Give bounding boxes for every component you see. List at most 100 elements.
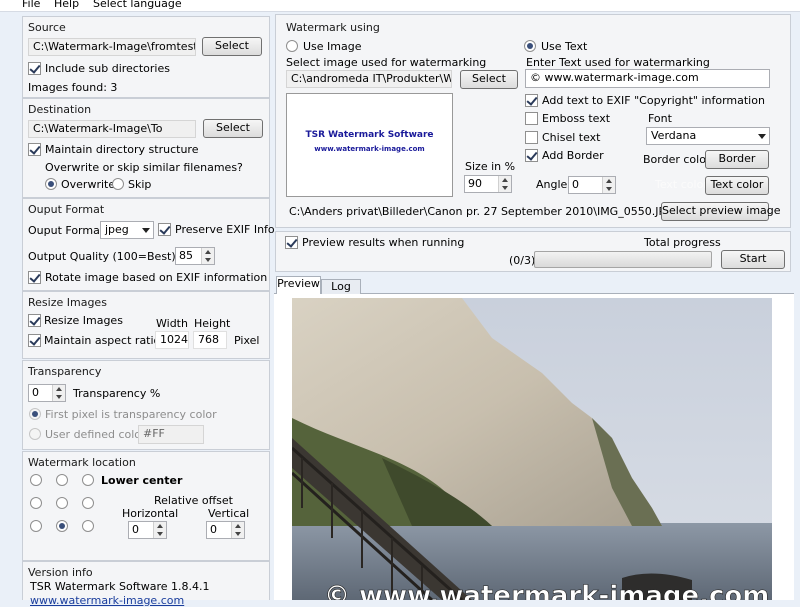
preview-when-running-label: Preview results when running	[302, 236, 465, 249]
menu-bar: File Help Select language	[0, 0, 800, 12]
spinner-arrows-icon[interactable]	[231, 522, 244, 538]
preview-url-text: www.watermark-image.com	[314, 145, 425, 153]
total-progress-label: Total progress	[644, 236, 721, 249]
location-bottom-center-radio[interactable]	[56, 520, 68, 532]
add-exif-checkbox[interactable]	[525, 94, 538, 107]
maintain-dir-label: Maintain directory structure	[45, 143, 199, 156]
chisel-label: Chisel text	[542, 131, 601, 144]
height-field[interactable]: 768	[193, 331, 227, 349]
vertical-offset-spinner[interactable]: 0	[206, 521, 245, 539]
images-found-label: Images found: 3	[28, 81, 118, 94]
rotate-label: Rotate image based on EXIF information	[45, 271, 268, 284]
tab-preview[interactable]: Preview	[276, 276, 321, 294]
horizontal-label: Horizontal	[122, 507, 179, 520]
location-bottom-right-radio[interactable]	[82, 520, 94, 532]
output-format-select[interactable]: jpeg	[100, 221, 154, 239]
include-sub-checkbox[interactable]	[28, 62, 41, 75]
preserve-exif-label: Preserve EXIF Info	[175, 223, 275, 236]
destination-select-button[interactable]: Select	[203, 119, 263, 138]
location-middle-right-radio[interactable]	[82, 497, 94, 509]
menu-help[interactable]: Help	[54, 0, 79, 10]
preview-when-running-checkbox[interactable]	[285, 236, 298, 249]
horizontal-offset-spinner[interactable]: 0	[128, 521, 167, 539]
progress-count: (0/3)	[509, 254, 536, 267]
spinner-arrows-icon[interactable]	[201, 248, 214, 264]
location-top-left-radio[interactable]	[30, 474, 42, 486]
transparency-color-field[interactable]: #FF	[138, 425, 204, 444]
destination-title: Destination	[28, 103, 92, 116]
quality-value: 85	[179, 249, 193, 262]
source-path-field[interactable]: C:\Watermark-Image\fromtest	[28, 38, 196, 56]
transparency-value: 0	[32, 386, 39, 399]
source-select-button[interactable]: Select	[202, 37, 262, 56]
maintain-dir-checkbox[interactable]	[28, 143, 41, 156]
tab-log[interactable]: Log	[321, 279, 361, 294]
watermark-image-select-button[interactable]: Select	[460, 70, 518, 89]
transparency-title: Transparency	[28, 365, 102, 378]
aspect-ratio-checkbox[interactable]	[28, 334, 41, 347]
include-sub-label: Include sub directories	[45, 62, 170, 75]
use-text-radio[interactable]	[524, 40, 536, 52]
menu-file[interactable]: File	[22, 0, 40, 10]
resize-checkbox[interactable]	[28, 314, 41, 327]
resize-label: Resize Images	[44, 314, 123, 327]
watermark-text-field[interactable]: © www.watermark-image.com	[525, 69, 770, 88]
location-bottom-left-radio[interactable]	[30, 520, 42, 532]
transparency-label: Transparency %	[73, 387, 161, 400]
width-field[interactable]: 1024	[155, 331, 189, 349]
location-center-radio[interactable]	[56, 497, 68, 509]
preview-image-path: C:\Anders privat\Billeder\Canon pr. 27 S…	[289, 205, 674, 218]
user-defined-radio[interactable]	[29, 428, 41, 440]
destination-path-field[interactable]: C:\Watermark-Image\To	[28, 120, 196, 138]
use-image-radio[interactable]	[286, 40, 298, 52]
text-color-button[interactable]: Text color	[705, 176, 769, 195]
spinner-arrows-icon[interactable]	[153, 522, 166, 538]
transparency-spinner[interactable]: 0	[28, 384, 66, 402]
output-format-title: Ouput Format	[28, 203, 105, 216]
location-top-center-radio[interactable]	[56, 474, 68, 486]
angle-spinner[interactable]: 0	[568, 176, 616, 194]
emboss-label: Emboss text	[542, 112, 611, 125]
size-spinner[interactable]: 90	[464, 175, 512, 193]
spinner-arrows-icon[interactable]	[602, 177, 615, 193]
horizontal-offset-value: 0	[132, 523, 139, 536]
spinner-arrows-icon[interactable]	[52, 385, 65, 401]
version-title: Version info	[28, 566, 93, 579]
aspect-ratio-label: Maintain aspect ratio	[44, 334, 161, 347]
preserve-exif-checkbox[interactable]	[158, 223, 171, 236]
angle-label: Angle	[536, 178, 568, 191]
quality-spinner[interactable]: 85	[175, 247, 215, 265]
quality-label: Output Quality (100=Best)	[28, 250, 176, 263]
version-url-link[interactable]: www.watermark-image.com	[30, 594, 184, 607]
start-button[interactable]: Start	[721, 250, 785, 269]
location-top-right-radio[interactable]	[82, 474, 94, 486]
watermark-image-path-field[interactable]: C:\andromeda IT\Produkter\Waterma	[286, 70, 452, 88]
size-label: Size in %	[465, 160, 516, 173]
chevron-down-icon	[142, 228, 150, 233]
add-border-checkbox[interactable]	[525, 149, 538, 162]
add-exif-label: Add text to EXIF "Copyright" information	[542, 94, 765, 107]
height-label: Height	[194, 317, 231, 330]
select-preview-image-button[interactable]: Select preview image	[661, 202, 781, 221]
chisel-checkbox[interactable]	[525, 131, 538, 144]
vertical-offset-value: 0	[210, 523, 217, 536]
menu-select-language[interactable]: Select language	[93, 0, 182, 10]
overwrite-radio[interactable]	[45, 178, 57, 190]
rotate-checkbox[interactable]	[28, 271, 41, 284]
border-color-button[interactable]: Border	[705, 150, 769, 169]
location-middle-left-radio[interactable]	[30, 497, 42, 509]
skip-radio[interactable]	[112, 178, 124, 190]
emboss-checkbox[interactable]	[525, 112, 538, 125]
use-image-label: Use Image	[303, 40, 362, 53]
first-pixel-radio[interactable]	[29, 408, 41, 420]
spinner-arrows-icon[interactable]	[498, 176, 511, 192]
watermark-image-preview: TSR Watermark Software www.watermark-ima…	[286, 93, 453, 197]
relative-offset-label: Relative offset	[154, 494, 233, 507]
overwrite-label: Overwrite	[61, 178, 116, 191]
font-select[interactable]: Verdana	[646, 127, 770, 145]
add-border-label: Add Border	[542, 149, 604, 162]
output-format-label: Ouput Format	[28, 224, 105, 237]
first-pixel-label: First pixel is transparency color	[45, 408, 217, 421]
location-selected-label: Lower center	[101, 474, 183, 487]
total-progress-bar	[534, 251, 712, 268]
